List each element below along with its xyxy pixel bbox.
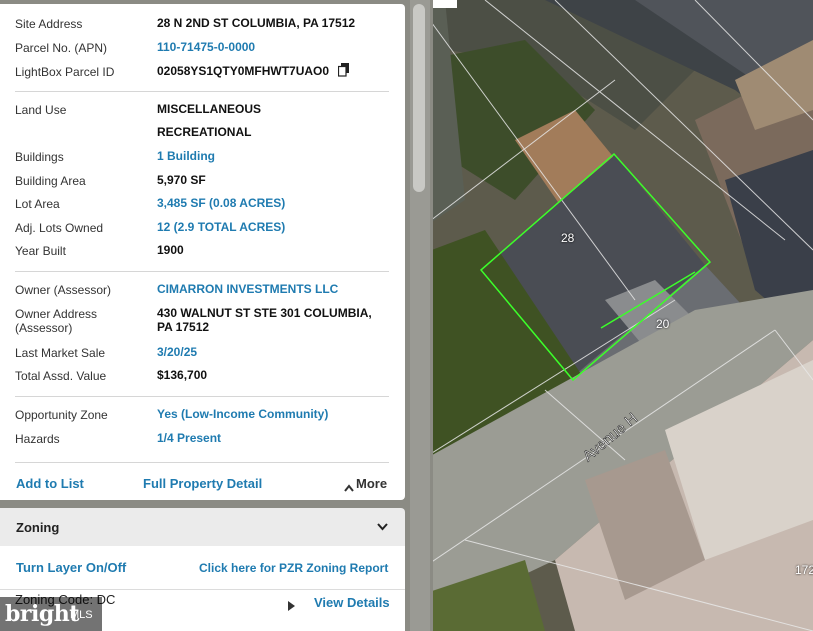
owner-address-label-line2: (Assessor)	[15, 321, 73, 335]
view-details-link[interactable]: View Details	[314, 595, 390, 610]
full-property-detail-link[interactable]: Full Property Detail	[143, 476, 262, 491]
owner-link[interactable]: CIMARRON INVESTMENTS LLC	[157, 282, 338, 297]
building-area-label: Building Area	[15, 174, 86, 188]
last-sale-link[interactable]: 3/20/25	[157, 345, 197, 360]
scrollbar-thumb[interactable]	[413, 4, 425, 192]
land-use-value-line2: RECREATIONAL	[157, 125, 252, 139]
lightbox-id-value: 02058YS1QTY0MFHWT7UAO0	[157, 64, 330, 78]
map-imagery: Avenue H	[405, 0, 813, 631]
owner-address-line2: PA 17512	[157, 320, 210, 334]
chevron-right-icon[interactable]	[288, 598, 295, 616]
adj-lots-link[interactable]: 12 (2.9 TOTAL ACRES)	[157, 220, 285, 235]
add-to-list-link[interactable]: Add to List	[16, 476, 84, 491]
adj-lots-label: Adj. Lots Owned	[15, 221, 104, 235]
land-use-value-line1: MISCELLANEOUS	[157, 102, 262, 116]
more-label: More	[356, 476, 388, 491]
zoning-title: Zoning	[16, 520, 60, 535]
lot-area-label: Lot Area	[15, 197, 60, 211]
satellite-map[interactable]: Avenue H	[405, 0, 813, 631]
land-use-label: Land Use	[15, 103, 67, 117]
owner-address-label-line1: Owner Address	[15, 307, 98, 321]
year-built-value: 1900	[157, 243, 184, 257]
divider	[15, 462, 389, 463]
owner-address-line1: 430 WALNUT ST STE 301 COLUMBIA,	[157, 306, 372, 320]
opportunity-zone-link[interactable]: Yes (Low-Income Community)	[157, 407, 328, 422]
parcel-number-28: 28	[561, 231, 575, 245]
chevron-down-icon[interactable]	[377, 519, 388, 534]
parcel-number-20: 20	[656, 317, 670, 331]
parcel-number-link[interactable]: 110-71475-0-0000	[157, 40, 255, 55]
turn-layer-toggle-link[interactable]: Turn Layer On/Off	[16, 560, 126, 575]
divider	[15, 396, 389, 397]
zoning-section-header[interactable]	[0, 508, 405, 546]
map-control-corner[interactable]	[433, 0, 457, 8]
parcel-number-label: Parcel No. (APN)	[15, 41, 108, 55]
chevron-up-icon	[344, 480, 354, 492]
lot-area-link[interactable]: 3,485 SF (0.08 ACRES)	[157, 196, 285, 211]
divider	[0, 589, 405, 590]
hazards-link[interactable]: 1/4 Present	[157, 431, 221, 446]
assessed-value: $136,700	[157, 368, 208, 382]
copy-icon[interactable]	[337, 63, 350, 77]
building-area-value: 5,970 SF	[157, 173, 206, 187]
site-address-value: 28 N 2ND ST COLUMBIA, PA 17512	[157, 16, 356, 30]
logo-wordmark: bright	[5, 601, 79, 627]
opportunity-zone-label: Opportunity Zone	[15, 408, 108, 422]
site-address-label: Site Address	[15, 17, 83, 31]
more-toggle-button[interactable]: More	[344, 476, 388, 492]
lightbox-id-label: LightBox Parcel ID	[15, 65, 115, 79]
parcel-number-edge: 172	[795, 563, 813, 577]
divider	[15, 91, 389, 92]
year-built-label: Year Built	[15, 244, 66, 258]
buildings-link[interactable]: 1 Building	[157, 149, 215, 164]
assessed-value-label: Total Assd. Value	[15, 369, 107, 383]
logo-suffix: MLS	[70, 609, 93, 621]
pzr-report-link[interactable]: Click here for PZR Zoning Report	[199, 561, 388, 575]
divider	[15, 271, 389, 272]
owner-label: Owner (Assessor)	[15, 283, 112, 297]
last-sale-label: Last Market Sale	[15, 346, 106, 360]
hazards-label: Hazards	[15, 432, 60, 446]
buildings-label: Buildings	[15, 150, 64, 164]
